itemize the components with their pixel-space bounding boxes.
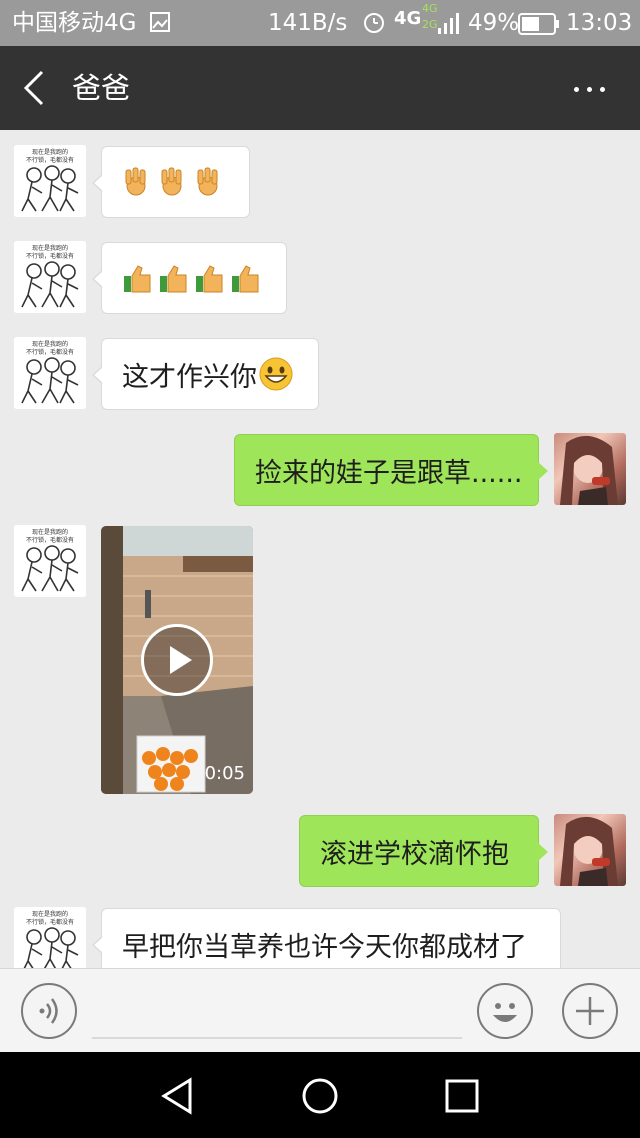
play-button[interactable] [141,624,213,696]
more-functions-button[interactable] [562,983,618,1039]
input-bar [0,968,640,1052]
avatar-caption-1: 现在是我跑的 [32,244,68,252]
message-bubble-right[interactable]: 滚进学校滴怀抱 [299,815,548,887]
page-title: 爸爸 [72,71,131,105]
ok-hand-icon [122,166,230,198]
avatar-caption-2: 不行锁，毛都没有 [26,536,74,544]
system-nav-bar [0,1052,640,1138]
avatar-caption-2: 不行锁，毛都没有 [26,252,74,260]
voice-button[interactable] [21,983,77,1039]
back-button[interactable] [14,64,58,112]
message-text: 滚进学校滴怀抱 [320,838,509,870]
battery-icon [518,13,559,35]
signal-icon [438,13,459,34]
network-secondary-top: 4G [422,2,438,15]
stick-figure-avatar-image: 现在是我跑的 不行锁，毛都没有 [14,337,86,409]
my-avatar[interactable] [554,433,626,505]
battery-percent: 49% [468,10,520,36]
network-secondary-bottom: 2G [422,18,438,31]
nav-home-button[interactable] [300,1076,340,1116]
contact-avatar[interactable]: 现在是我跑的 不行锁，毛都没有 [14,241,86,313]
image-icon [150,12,170,32]
triangle-back-icon [161,1077,192,1115]
contact-avatar[interactable]: 现在是我跑的 不行锁，毛都没有 [14,525,86,597]
stick-figure-avatar-image: 现在是我跑的 不行锁，毛都没有 [14,525,86,597]
message-bubble-left[interactable]: 早把你当草养也许今天你都成材了 [92,908,561,968]
avatar-caption-1: 现在是我跑的 [32,148,68,156]
avatar-caption-1: 现在是我跑的 [32,340,68,348]
nav-back-button[interactable] [158,1076,198,1116]
clock: 13:03 [566,10,633,36]
play-icon [170,646,192,674]
message-bubble-left[interactable]: 这才作兴你 [92,338,319,410]
circle-home-icon [302,1078,338,1114]
my-avatar[interactable] [554,814,626,886]
thumbs-up-icon [122,262,266,294]
message-bubble-right[interactable]: 捡来的娃子是跟草...... [234,434,548,506]
alarm-icon [364,13,384,33]
grinning-face-icon [259,357,293,391]
chat-header: 爸爸 [0,46,640,130]
message-text: 早把你当草养也许今天你都成材了 [122,931,527,963]
message-text: 这才作兴你 [122,361,257,393]
emoji-button[interactable] [477,983,533,1039]
message-bubble-left[interactable] [92,146,250,218]
emoji-icon [493,1003,517,1022]
message-text: 捡来的娃子是跟草...... [255,457,523,489]
contact-avatar[interactable]: 现在是我跑的 不行锁，毛都没有 [14,145,86,217]
chevron-left-icon [23,70,44,106]
stick-figure-avatar-image: 现在是我跑的 不行锁，毛都没有 [14,907,86,968]
message-list[interactable]: 现在是我跑的 不行锁，毛都没有 现在是我跑的 不行锁，毛都没有 现在是我跑的 不… [0,130,640,968]
carrier-label: 中国移动4G [12,10,137,36]
network-type-label: 4G [394,8,422,29]
user-photo-image [560,816,618,886]
avatar-caption-1: 现在是我跑的 [32,528,68,536]
avatar-caption-2: 不行锁，毛都没有 [26,918,74,926]
avatar-caption-1: 现在是我跑的 [32,910,68,918]
status-bar: 中国移动4G 141B/s 4G 4G 2G 49% 13:03 [0,0,640,46]
contact-avatar[interactable]: 现在是我跑的 不行锁，毛都没有 [14,337,86,409]
avatar-caption-2: 不行锁，毛都没有 [26,348,74,356]
message-input[interactable] [92,987,462,1039]
message-bubble-left[interactable] [92,242,287,314]
avatar-caption-2: 不行锁，毛都没有 [26,156,74,164]
network-speed: 141B/s [268,10,348,36]
contact-avatar[interactable]: 现在是我跑的 不行锁，毛都没有 [14,907,86,968]
plus-icon [576,997,604,1025]
nav-recent-button[interactable] [442,1076,482,1116]
video-duration: 0:05 [204,763,245,784]
stick-figure-avatar-image: 现在是我跑的 不行锁，毛都没有 [14,145,86,217]
user-photo-image [560,435,618,505]
voice-icon [39,998,58,1024]
square-recent-icon [445,1079,479,1113]
stick-figure-avatar-image: 现在是我跑的 不行锁，毛都没有 [14,241,86,313]
video-message[interactable]: 0:05 [101,526,253,794]
more-button[interactable] [566,68,614,108]
